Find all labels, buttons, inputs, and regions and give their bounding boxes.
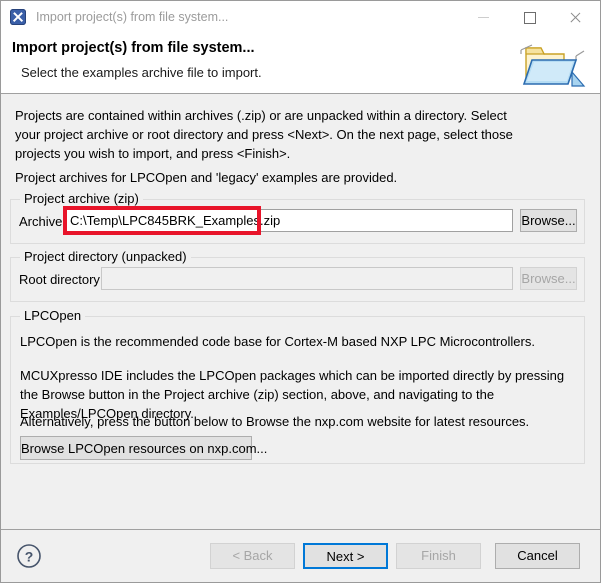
page-title: Import project(s) from file system... [12,40,255,56]
intro-paragraph-2: Project archives for LPCOpen and 'legacy… [15,168,535,187]
window-title: Import project(s) from file system... [36,10,228,24]
lpcopen-description-1: LPCOpen is the recommended code base for… [20,332,576,351]
root-directory-browse-button[interactable]: Browse... [520,267,577,290]
project-archive-group-label: Project archive (zip) [20,191,143,206]
project-directory-group-label: Project directory (unpacked) [20,249,191,264]
lpcopen-group-label: LPCOpen [20,308,85,323]
maximize-button[interactable] [508,1,554,32]
cancel-button[interactable]: Cancel [495,543,580,569]
open-folder-icon [512,38,588,90]
finish-button[interactable]: Finish [396,543,481,569]
next-button[interactable]: Next > [303,543,388,569]
archive-browse-button[interactable]: Browse... [520,209,577,232]
dialog-body: Projects are contained within archives (… [1,94,600,529]
root-directory-input[interactable] [101,267,513,290]
title-bar: Import project(s) from file system... [1,1,600,33]
close-button[interactable] [554,1,600,32]
window-controls [462,1,600,32]
help-circle-icon[interactable]: ? [16,543,42,569]
lpcopen-description-3: Alternatively, press the button below to… [20,412,576,431]
close-icon [569,11,581,23]
svg-text:?: ? [25,549,34,565]
minimize-button[interactable] [462,1,508,32]
minimize-icon [478,17,489,18]
import-projects-dialog: Import project(s) from file system... Im… [0,0,601,583]
dialog-header: Import project(s) from file system... Se… [1,33,600,94]
eclipse-x-icon [10,9,26,25]
back-button[interactable]: < Back [210,543,295,569]
intro-paragraph-1: Projects are contained within archives (… [15,106,535,163]
maximize-icon [524,12,536,24]
archive-input[interactable]: C:\Temp\LPC845BRK_Examples.zip [66,209,513,232]
page-subtitle: Select the examples archive file to impo… [21,65,262,80]
browse-lpcopen-resources-button[interactable]: Browse LPCOpen resources on nxp.com... [20,436,252,460]
archive-field-label: Archive [19,214,62,229]
root-directory-field-label: Root directory [19,272,100,287]
dialog-footer: ? < Back Next > Finish Cancel [1,529,600,582]
